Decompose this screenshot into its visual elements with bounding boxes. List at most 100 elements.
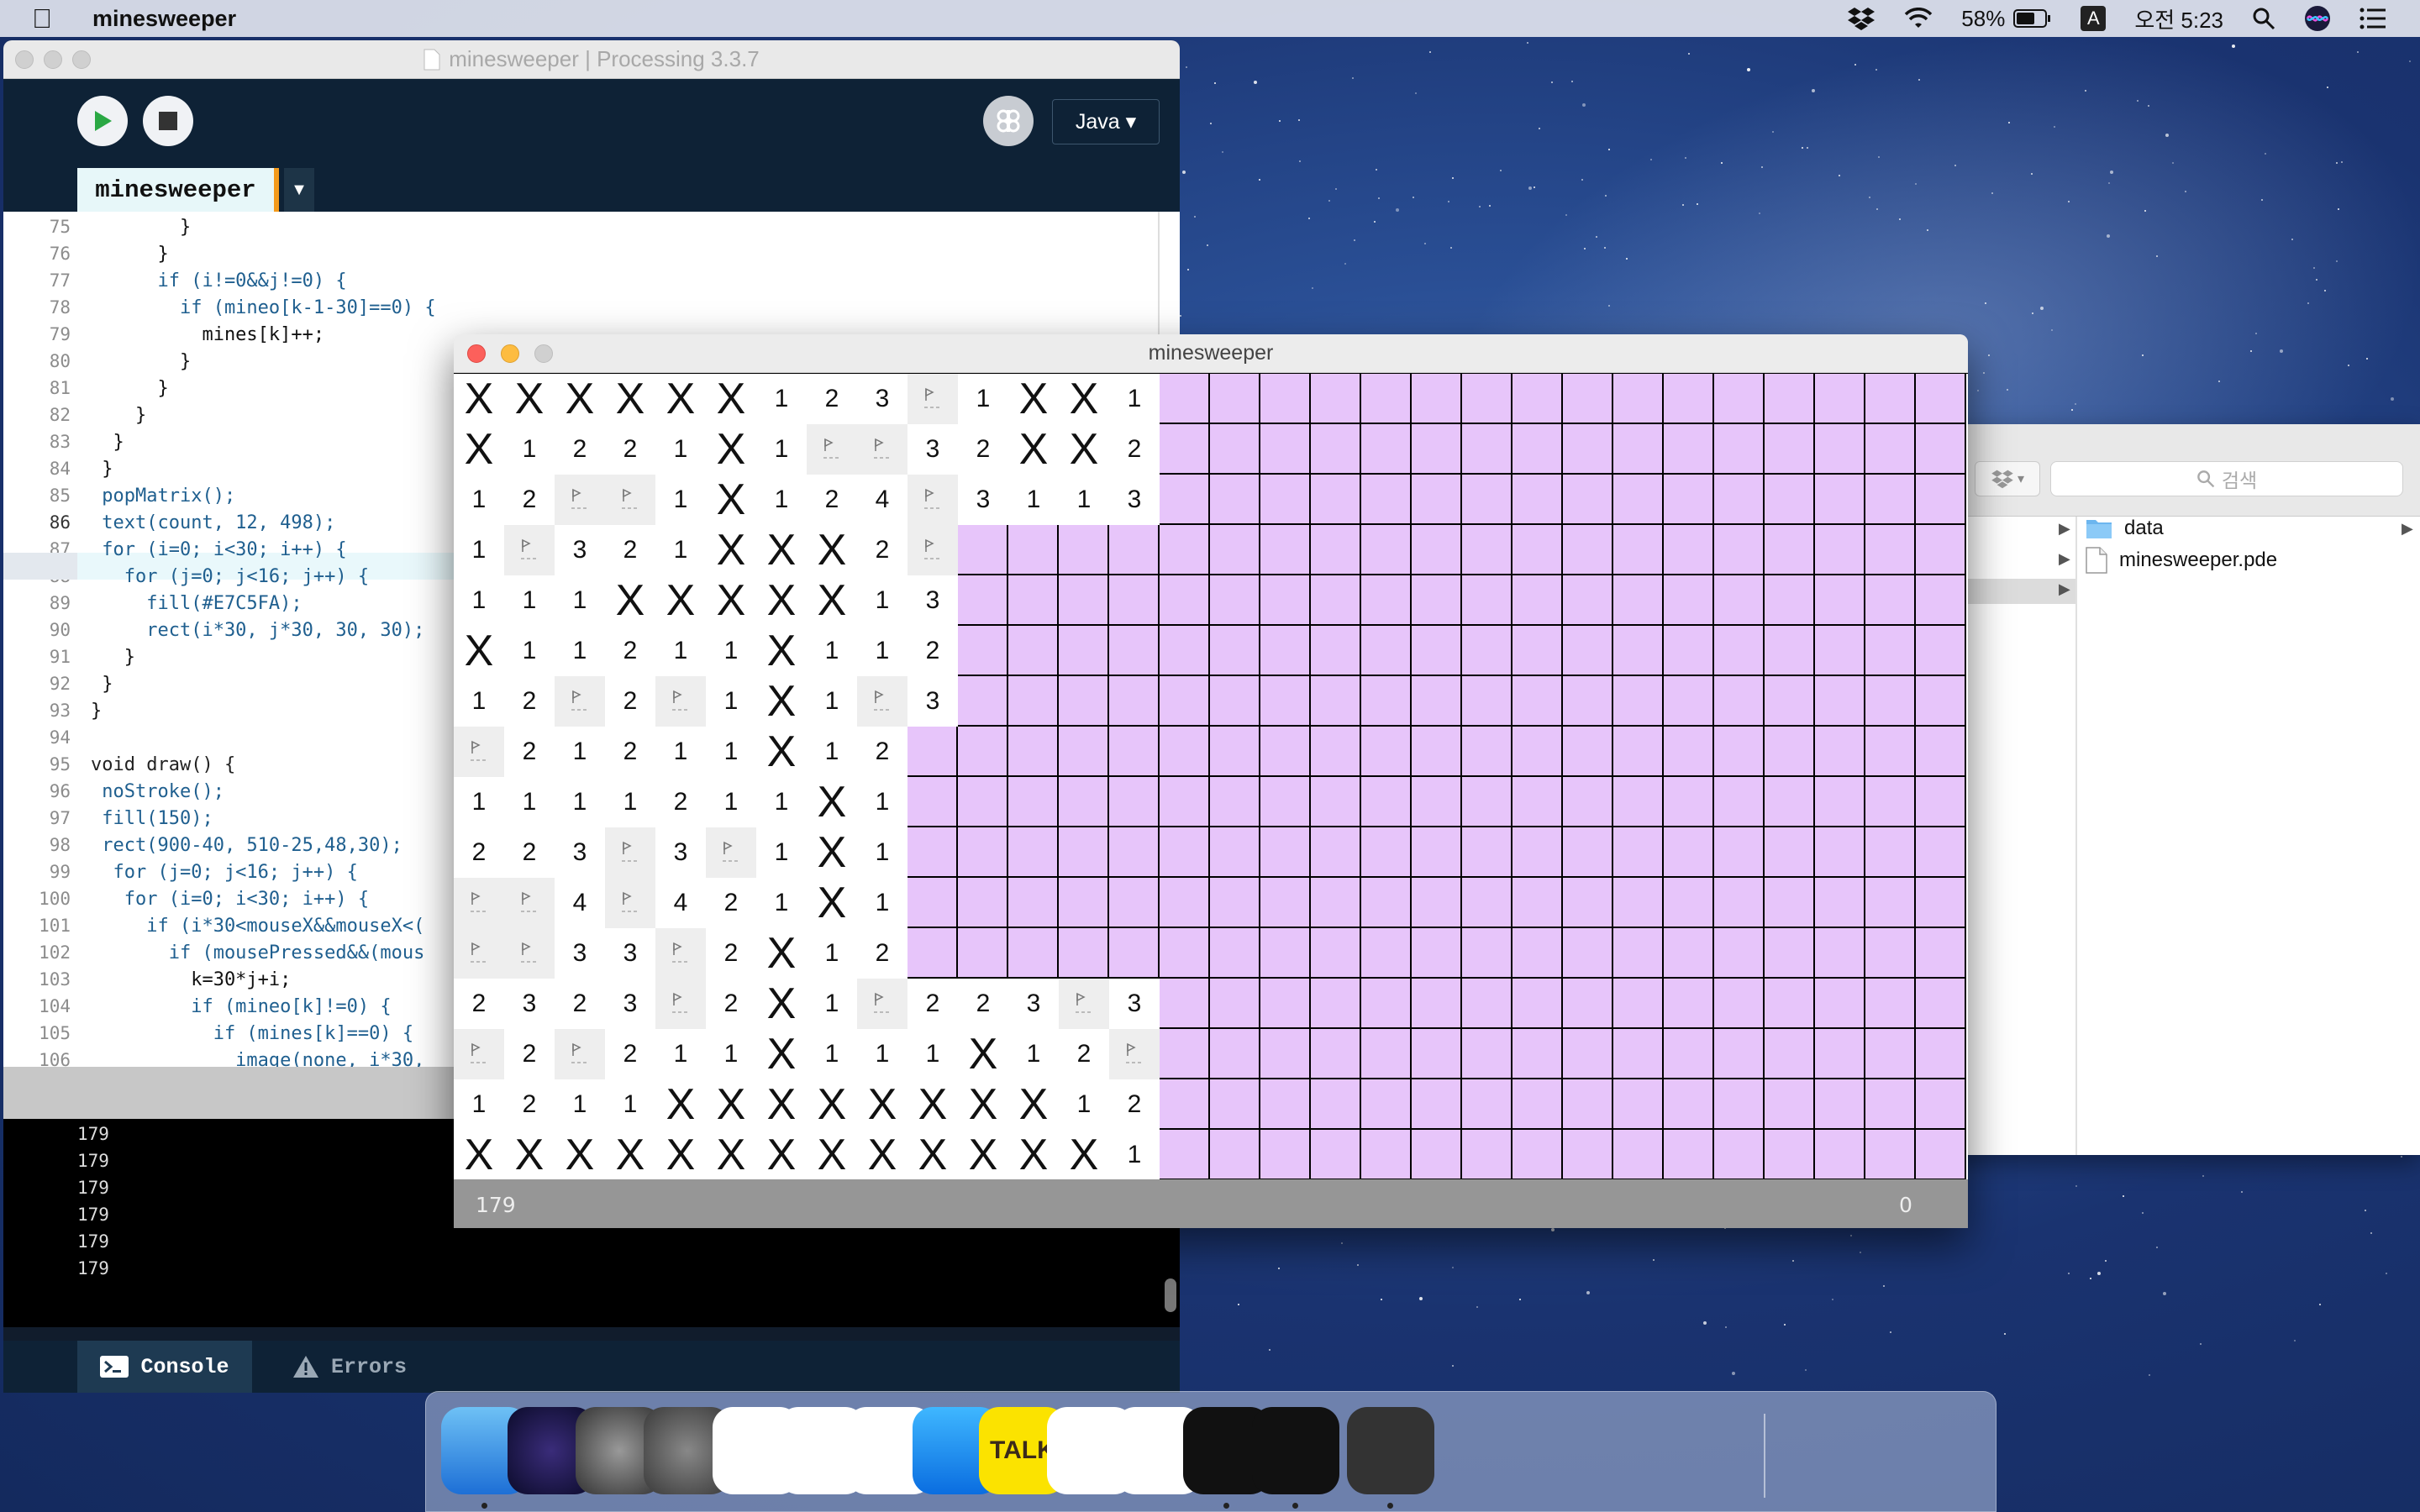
number-tile[interactable]: 3	[555, 928, 605, 979]
number-tile[interactable]: 2	[504, 1029, 555, 1079]
hidden-tile[interactable]	[1160, 777, 1210, 827]
flag-icon[interactable]	[605, 475, 655, 525]
hidden-tile[interactable]	[1765, 827, 1815, 878]
hidden-tile[interactable]	[1563, 475, 1613, 525]
hidden-tile[interactable]	[1462, 575, 1512, 626]
hidden-tile[interactable]	[1916, 1029, 1966, 1079]
hidden-tile[interactable]	[1311, 979, 1361, 1029]
hidden-tile[interactable]	[1160, 424, 1210, 475]
hidden-tile[interactable]	[1210, 475, 1260, 525]
flag-icon[interactable]	[655, 979, 706, 1029]
hidden-tile[interactable]	[1160, 525, 1210, 575]
number-tile[interactable]: 2	[504, 1079, 555, 1130]
number-tile[interactable]: 1	[857, 1029, 908, 1079]
hidden-tile[interactable]	[1311, 374, 1361, 424]
hidden-tile[interactable]	[1815, 424, 1865, 475]
hidden-tile[interactable]	[1008, 676, 1059, 727]
number-tile[interactable]: 1	[857, 827, 908, 878]
hidden-tile[interactable]	[1613, 727, 1664, 777]
disclosure-arrow-icon[interactable]: ▶	[2059, 520, 2070, 538]
run-button[interactable]	[77, 96, 128, 146]
mine-tile[interactable]: X	[1008, 424, 1059, 475]
mine-tile[interactable]: X	[807, 827, 857, 878]
hidden-tile[interactable]	[1160, 676, 1210, 727]
hidden-tile[interactable]	[1059, 827, 1109, 878]
flag-icon[interactable]	[655, 928, 706, 979]
number-tile[interactable]: 2	[504, 727, 555, 777]
hidden-tile[interactable]	[1260, 575, 1311, 626]
hidden-tile[interactable]	[1714, 928, 1765, 979]
hidden-tile[interactable]	[1916, 878, 1966, 928]
hidden-tile[interactable]	[1412, 525, 1462, 575]
number-tile[interactable]: 1	[454, 1079, 504, 1130]
disclosure-arrow-icon[interactable]: ▶	[2059, 580, 2070, 598]
hidden-tile[interactable]	[1765, 1029, 1815, 1079]
hidden-tile[interactable]	[958, 676, 1008, 727]
hidden-tile[interactable]	[1815, 1029, 1865, 1079]
number-tile[interactable]: 1	[454, 777, 504, 827]
number-tile[interactable]: 3	[908, 676, 958, 727]
number-tile[interactable]: 1	[706, 777, 756, 827]
number-tile[interactable]: 1	[454, 525, 504, 575]
hidden-tile[interactable]	[1815, 1079, 1865, 1130]
number-tile[interactable]: 1	[1109, 1130, 1160, 1180]
hidden-tile[interactable]	[1563, 626, 1613, 676]
tab-menu-button[interactable]: ▼	[284, 168, 314, 212]
hidden-tile[interactable]	[1008, 626, 1059, 676]
number-tile[interactable]: 1	[655, 1029, 706, 1079]
hidden-tile[interactable]	[1714, 374, 1765, 424]
hidden-tile[interactable]	[1865, 374, 1916, 424]
flag-icon[interactable]	[504, 878, 555, 928]
hidden-tile[interactable]	[1462, 878, 1512, 928]
hidden-tile[interactable]	[1664, 424, 1714, 475]
number-tile[interactable]: 1	[504, 777, 555, 827]
hidden-tile[interactable]	[1916, 1079, 1966, 1130]
hidden-tile[interactable]	[1714, 1130, 1765, 1180]
mine-tile[interactable]: X	[1008, 1079, 1059, 1130]
hidden-tile[interactable]	[1512, 827, 1563, 878]
hidden-tile[interactable]	[1412, 676, 1462, 727]
hidden-tile[interactable]	[1815, 878, 1865, 928]
hidden-tile[interactable]	[1563, 1029, 1613, 1079]
hidden-tile[interactable]	[1160, 1130, 1210, 1180]
flag-icon[interactable]	[504, 928, 555, 979]
hidden-tile[interactable]	[1865, 777, 1916, 827]
flag-icon[interactable]	[908, 525, 958, 575]
number-tile[interactable]: 2	[454, 979, 504, 1029]
mine-tile[interactable]: X	[605, 1130, 655, 1180]
mine-tile[interactable]: X	[756, 979, 807, 1029]
number-tile[interactable]: 2	[807, 374, 857, 424]
hidden-tile[interactable]	[1412, 727, 1462, 777]
hidden-tile[interactable]	[1512, 1079, 1563, 1130]
hidden-tile[interactable]	[1361, 727, 1412, 777]
tab-minesweeper[interactable]: minesweeper	[77, 168, 279, 212]
number-tile[interactable]: 1	[504, 424, 555, 475]
hidden-tile[interactable]	[958, 928, 1008, 979]
hidden-tile[interactable]	[1664, 1029, 1714, 1079]
hidden-tile[interactable]	[1563, 777, 1613, 827]
number-tile[interactable]: 1	[958, 374, 1008, 424]
hidden-tile[interactable]	[1462, 979, 1512, 1029]
hidden-tile[interactable]	[1714, 1029, 1765, 1079]
number-tile[interactable]: 2	[605, 676, 655, 727]
hidden-tile[interactable]	[1412, 1130, 1462, 1180]
hidden-tile[interactable]	[1765, 475, 1815, 525]
number-tile[interactable]: 2	[908, 979, 958, 1029]
hidden-tile[interactable]	[1109, 676, 1160, 727]
hidden-tile[interactable]	[1916, 1130, 1966, 1180]
mine-tile[interactable]: X	[807, 525, 857, 575]
number-tile[interactable]: 1	[756, 827, 807, 878]
hidden-tile[interactable]	[1210, 676, 1260, 727]
number-tile[interactable]: 1	[857, 777, 908, 827]
hidden-tile[interactable]	[1210, 928, 1260, 979]
number-tile[interactable]: 3	[555, 827, 605, 878]
hidden-tile[interactable]	[1765, 374, 1815, 424]
hidden-tile[interactable]	[1815, 1130, 1865, 1180]
number-tile[interactable]: 2	[504, 827, 555, 878]
flag-icon[interactable]	[807, 424, 857, 475]
hidden-tile[interactable]	[1865, 979, 1916, 1029]
hidden-tile[interactable]	[958, 878, 1008, 928]
hidden-tile[interactable]	[1512, 878, 1563, 928]
hidden-tile[interactable]	[1311, 575, 1361, 626]
notification-center-icon[interactable]	[2360, 8, 2386, 29]
